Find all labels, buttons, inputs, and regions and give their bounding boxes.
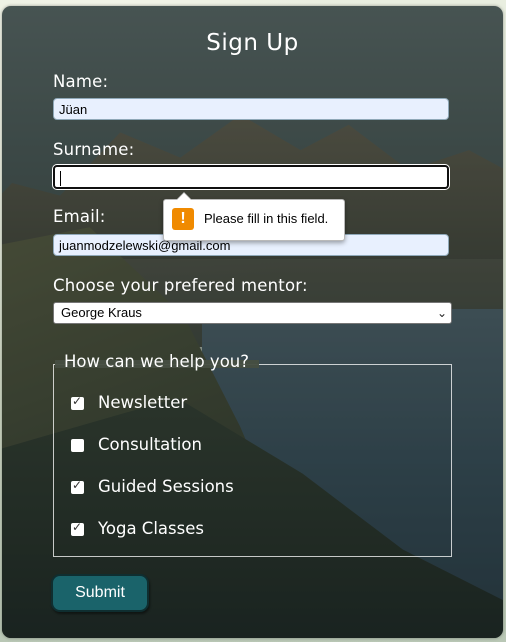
submit-button[interactable]: Submit <box>51 574 149 612</box>
yoga-classes-label: Yoga Classes <box>98 519 204 538</box>
guided-sessions-checkbox[interactable] <box>71 478 84 494</box>
consultation-checkbox[interactable] <box>71 439 84 452</box>
mentor-selected-value: George Kraus <box>61 305 142 320</box>
chevron-down-icon: ⌄ <box>436 306 447 320</box>
surname-field[interactable] <box>53 165 449 189</box>
page-title: Sign Up <box>206 30 299 56</box>
email-label: Email: <box>53 207 106 226</box>
newsletter-checkbox[interactable] <box>71 394 84 410</box>
mentor-select[interactable]: George Kraus ⌄ <box>53 302 452 324</box>
text-caret <box>60 171 61 187</box>
name-field[interactable]: Jüan <box>53 98 449 120</box>
consultation-label: Consultation <box>98 435 202 454</box>
newsletter-label: Newsletter <box>98 393 188 412</box>
signup-card: Sign Up Name: Jüan Surname: Email: juanm… <box>2 6 503 638</box>
validation-message: Please fill in this field. <box>204 211 329 226</box>
yoga-classes-checkbox[interactable] <box>71 520 84 536</box>
guided-sessions-label: Guided Sessions <box>98 477 234 496</box>
mentor-label: Choose your prefered mentor: <box>53 276 308 295</box>
name-label: Name: <box>53 72 109 91</box>
surname-label: Surname: <box>53 140 135 159</box>
warning-icon: ! <box>172 208 194 230</box>
fieldset-legend: How can we help you? <box>64 352 250 371</box>
validation-tooltip: ! Please fill in this field. <box>163 192 345 241</box>
